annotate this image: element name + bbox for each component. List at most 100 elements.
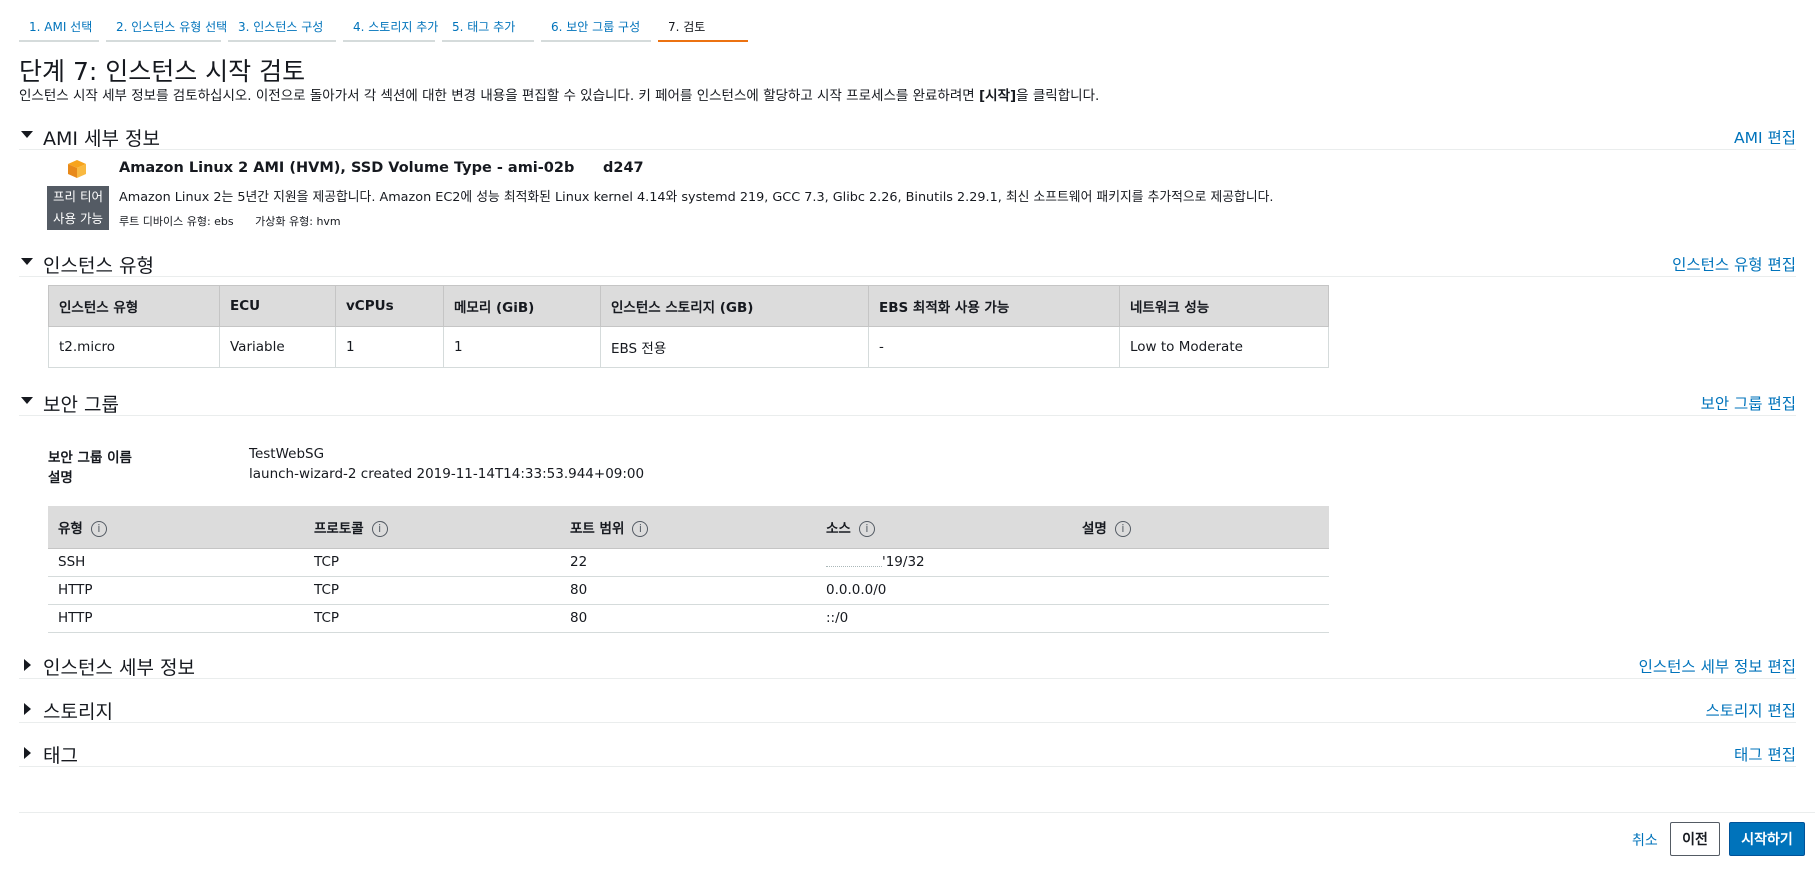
storage-section-title[interactable]: 스토리지 (43, 697, 113, 724)
free-tier-badge: 프리 티어 사용 가능 (47, 186, 109, 230)
source-ip-suffix: '19/32 (882, 554, 925, 570)
info-icon[interactable]: i (1114, 520, 1131, 537)
table-cell: ::/0 (816, 604, 1072, 633)
column-header-label: 포트 범위 (570, 520, 625, 537)
security-group-rules-table: 유형 i 프로토콜 i 포트 범위 i 소스 i 설명 i SSH TCP 22 '19/… (48, 506, 1329, 633)
page-description-launch-word: [시작] (978, 88, 1017, 104)
column-header: EBS 최적화 사용 가능 (868, 285, 1120, 327)
security-group-name-label: 보안 그룹 이름 (48, 450, 132, 466)
storage-section-header: 스토리지 스토리지 편집 (19, 697, 1796, 723)
table-cell: 1 (335, 326, 444, 368)
column-header: 설명 i (1072, 506, 1329, 549)
table-header-row: 인스턴스 유형 ECU vCPUs 메모리 (GiB) 인스턴스 스토리지 (G… (48, 285, 1329, 327)
instance-type-section-header: 인스턴스 유형 인스턴스 유형 편집 (19, 251, 1796, 277)
column-header: vCPUs (335, 285, 444, 327)
expand-caret-icon[interactable] (21, 703, 31, 715)
table-cell: Variable (219, 326, 336, 368)
expand-caret-icon[interactable] (21, 747, 31, 759)
tags-section-title[interactable]: 태그 (43, 741, 78, 768)
info-icon[interactable]: i (90, 520, 107, 537)
column-header-label: 프로토콜 (314, 520, 364, 537)
column-header-label: 유형 (58, 520, 83, 537)
footer-divider (19, 812, 1815, 813)
column-header: ECU (219, 285, 336, 327)
aws-cube-icon (68, 160, 86, 178)
column-header: 프로토콜 i (304, 506, 560, 549)
info-icon[interactable]: i (858, 520, 875, 537)
table-cell: 0.0.0.0/0 (816, 576, 1072, 605)
table-cell: TCP (304, 576, 560, 605)
security-group-section-header: 보안 그룹 보안 그룹 편집 (19, 390, 1796, 416)
ami-id-suffix: d247 (603, 160, 644, 176)
table-row: HTTP TCP 80 0.0.0.0/0 (48, 576, 1329, 605)
info-icon[interactable]: i (371, 520, 388, 537)
free-tier-line-1: 프리 티어 (53, 189, 103, 204)
table-cell (1072, 548, 1329, 577)
expand-caret-icon[interactable] (21, 659, 31, 671)
table-header-row: 유형 i 프로토콜 i 포트 범위 i 소스 i 설명 i (48, 506, 1329, 549)
column-header: 인스턴스 유형 (48, 285, 220, 327)
instance-details-section-title[interactable]: 인스턴스 세부 정보 (43, 653, 195, 680)
info-icon[interactable]: i (632, 520, 649, 537)
column-header: 유형 i (48, 506, 304, 549)
ami-virtualization: 가상화 유형: hvm (255, 215, 341, 228)
step-tab-tags[interactable]: 5. 태그 추가 (442, 14, 534, 42)
collapse-caret-icon[interactable] (21, 397, 33, 404)
table-cell: TCP (304, 604, 560, 633)
column-header: 네트워크 성능 (1119, 285, 1329, 327)
collapse-caret-icon[interactable] (21, 131, 33, 138)
instance-details-section-header: 인스턴스 세부 정보 인스턴스 세부 정보 편집 (19, 653, 1796, 679)
table-cell: 80 (560, 576, 816, 605)
table-cell: EBS 전용 (600, 326, 869, 368)
column-header: 포트 범위 i (560, 506, 816, 549)
ami-name: Amazon Linux 2 AMI (HVM), SSD Volume Typ… (119, 160, 575, 176)
edit-instance-type-link[interactable]: 인스턴스 유형 편집 (1672, 253, 1796, 275)
step-tab-security-group[interactable]: 6. 보안 그룹 구성 (541, 14, 651, 42)
table-cell: 1 (443, 326, 601, 368)
edit-security-group-link[interactable]: 보안 그룹 편집 (1701, 392, 1796, 414)
column-header: 소스 i (816, 506, 1072, 549)
page-description-text: 인스턴스 시작 세부 정보를 검토하십시오. 이전으로 돌아가서 각 섹션에 대… (19, 88, 979, 104)
table-cell: t2.micro (48, 326, 220, 368)
ami-root-device: 루트 디바이스 유형: ebs (119, 215, 234, 228)
launch-button[interactable]: 시작하기 (1729, 822, 1805, 856)
table-row: SSH TCP 22 '19/32 (48, 548, 1329, 577)
column-header-label: 설명 (1082, 520, 1107, 537)
instance-type-section-title[interactable]: 인스턴스 유형 (43, 251, 154, 278)
table-row: HTTP TCP 80 ::/0 (48, 604, 1329, 633)
table-cell: '19/32 (816, 548, 1072, 577)
ami-section-title[interactable]: AMI 세부 정보 (43, 124, 160, 151)
table-cell (1072, 604, 1329, 633)
column-header: 인스턴스 스토리지 (GB) (600, 285, 869, 327)
page-description: 인스턴스 시작 세부 정보를 검토하십시오. 이전으로 돌아가서 각 섹션에 대… (19, 84, 1099, 104)
step-tab-ami[interactable]: 1. AMI 선택 (19, 14, 99, 42)
security-group-desc-value: launch-wizard-2 created 2019-11-14T14:33… (249, 466, 645, 482)
instance-type-table: 인스턴스 유형 ECU vCPUs 메모리 (GiB) 인스턴스 스토리지 (G… (48, 285, 1329, 368)
table-cell: SSH (48, 548, 304, 577)
table-cell: - (868, 326, 1120, 368)
table-cell: 22 (560, 548, 816, 577)
edit-ami-link[interactable]: AMI 편집 (1734, 126, 1796, 148)
cancel-button[interactable]: 취소 (1632, 830, 1658, 850)
edit-tags-link[interactable]: 태그 편집 (1734, 743, 1796, 765)
security-group-section-title[interactable]: 보안 그룹 (43, 390, 119, 417)
step-tab-review[interactable]: 7. 검토 (658, 14, 748, 42)
ami-meta: 루트 디바이스 유형: ebs 가상화 유형: hvm (119, 213, 359, 229)
edit-instance-details-link[interactable]: 인스턴스 세부 정보 편집 (1639, 655, 1796, 677)
table-cell: HTTP (48, 604, 304, 633)
tags-section-header: 태그 태그 편집 (19, 741, 1796, 767)
security-group-name-value: TestWebSG (249, 446, 325, 462)
step-tab-instance-type[interactable]: 2. 인스턴스 유형 선택 (106, 14, 227, 42)
collapse-caret-icon[interactable] (21, 258, 33, 265)
table-row: t2.micro Variable 1 1 EBS 전용 - Low to Mo… (48, 326, 1329, 368)
table-cell: 80 (560, 604, 816, 633)
step-tab-storage[interactable]: 4. 스토리지 추가 (343, 14, 438, 42)
column-header-label: 소스 (826, 520, 851, 537)
ami-description: Amazon Linux 2는 5년간 지원을 제공합니다. Amazon EC… (119, 190, 1274, 205)
ami-section-header: AMI 세부 정보 AMI 편집 (19, 124, 1796, 150)
column-header: 메모리 (GiB) (443, 285, 601, 327)
table-cell: TCP (304, 548, 560, 577)
step-tab-configure[interactable]: 3. 인스턴스 구성 (228, 14, 336, 42)
edit-storage-link[interactable]: 스토리지 편집 (1706, 699, 1797, 721)
previous-button[interactable]: 이전 (1670, 822, 1720, 856)
